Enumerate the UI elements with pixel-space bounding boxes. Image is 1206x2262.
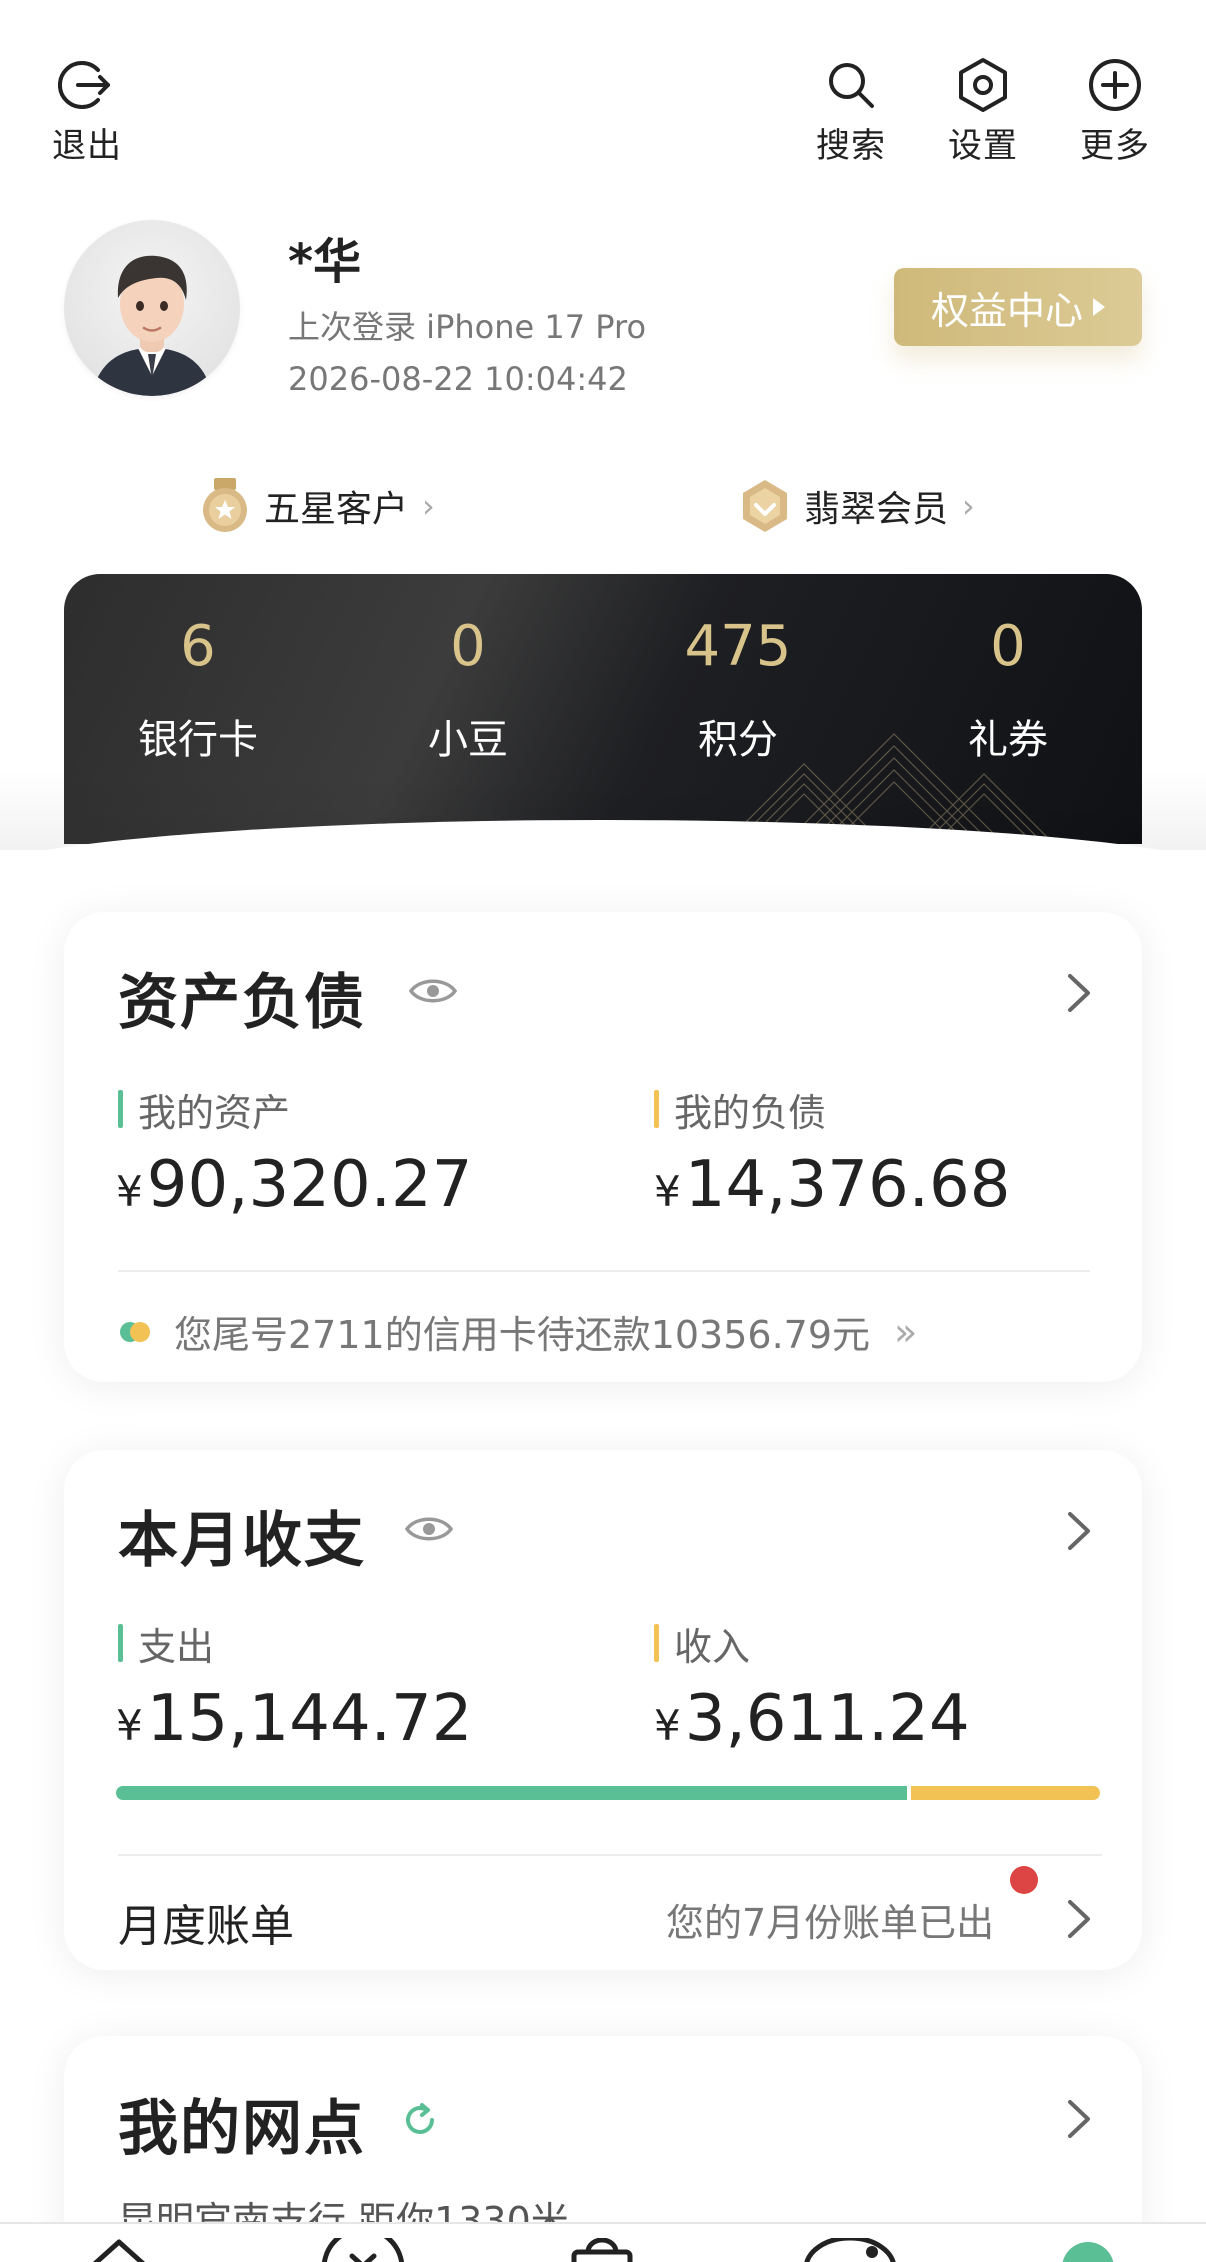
card-title: 我的网点 xyxy=(118,2094,366,2164)
income-value: 3,611.24 xyxy=(684,1682,970,1756)
monthly-bill-message[interactable]: 您的7月份账单已出 xyxy=(666,1892,994,1947)
expense-income-bar xyxy=(116,1786,1100,1800)
card-title: 资产负债 xyxy=(118,968,366,1038)
expense-amount: ¥15,144.72 xyxy=(116,1682,472,1756)
settings-label: 设置 xyxy=(948,126,1018,166)
customer-level-label: 五星客户 xyxy=(264,489,409,530)
stat-label: 小豆 xyxy=(428,717,508,763)
assets-label: 我的资产 xyxy=(118,1082,290,1137)
assets-amount: ¥90,320.27 xyxy=(116,1148,472,1222)
eye-icon[interactable] xyxy=(408,974,458,1008)
user-name: *华 xyxy=(288,234,362,290)
avatar[interactable] xyxy=(64,220,240,396)
bottom-nav xyxy=(0,2222,1206,2262)
chevron-right-icon[interactable] xyxy=(1064,1508,1094,1554)
notice-text: 您尾号2711的信用卡待还款10356.79元 xyxy=(174,1313,871,1357)
monthly-bill-label[interactable]: 月度账单 xyxy=(118,1890,294,1954)
chevron-right-icon[interactable] xyxy=(1064,1896,1094,1942)
stat-label: 积分 xyxy=(698,717,778,763)
emerald-badge-icon xyxy=(743,480,787,532)
stat-label: 银行卡 xyxy=(138,717,258,763)
liabilities-label: 我的负债 xyxy=(654,1082,826,1137)
home-page: 退出 搜索 设置 更多 *华 上次登录 iPhone 17 Pro 2026-0… xyxy=(0,0,1206,2262)
income-label: 收入 xyxy=(654,1616,750,1671)
avatar-portrait xyxy=(92,255,212,396)
home-icon[interactable] xyxy=(84,2238,154,2262)
credit-card-notice[interactable]: 您尾号2711的信用卡待还款10356.79元 » xyxy=(120,1304,917,1359)
gear-icon xyxy=(959,58,1007,112)
more-button[interactable]: 更多 xyxy=(1080,56,1150,167)
stat-coupons[interactable]: 0 礼券 xyxy=(888,614,1128,765)
refresh-icon[interactable] xyxy=(400,2100,440,2140)
last-login-time: 2026-08-22 10:04:42 xyxy=(288,360,628,398)
currency-symbol: ¥ xyxy=(654,1701,681,1750)
stat-beans[interactable]: 0 小豆 xyxy=(348,614,588,765)
monthly-summary-card[interactable]: 本月收支 支出 ¥15,144.72 收入 ¥3,611.24 月度账单 您的7… xyxy=(64,1450,1142,1970)
wealth-icon[interactable] xyxy=(318,2238,408,2262)
card-title: 本月收支 xyxy=(118,1506,366,1576)
chevron-right-icon: › xyxy=(962,487,975,525)
rights-center-label: 权益中心 xyxy=(930,288,1083,333)
plus-circle-icon xyxy=(1089,59,1141,111)
more-label: 更多 xyxy=(1080,126,1150,166)
income-amount: ¥3,611.24 xyxy=(654,1682,970,1756)
currency-symbol: ¥ xyxy=(116,1167,143,1216)
currency-symbol: ¥ xyxy=(116,1701,143,1750)
logout-label: 退出 xyxy=(52,126,122,166)
medal-icon xyxy=(203,478,247,532)
search-icon xyxy=(829,63,874,108)
logout-button[interactable]: 退出 xyxy=(52,56,122,167)
stat-points[interactable]: 475 积分 xyxy=(618,614,858,765)
stat-value: 0 xyxy=(450,614,486,679)
assets-value: 90,320.27 xyxy=(146,1148,473,1222)
life-icon[interactable] xyxy=(800,2238,900,2262)
double-chevron-icon: » xyxy=(894,1309,918,1354)
customer-level-link[interactable]: 五星客户 › xyxy=(200,478,435,534)
liabilities-amount: ¥14,376.68 xyxy=(654,1148,1010,1222)
liabilities-value: 14,376.68 xyxy=(684,1148,1011,1222)
last-login-device: 上次登录 iPhone 17 Pro xyxy=(288,308,647,346)
stat-bank-cards[interactable]: 6 银行卡 xyxy=(78,614,318,765)
caret-right-icon xyxy=(1093,298,1105,316)
expense-value: 15,144.72 xyxy=(146,1682,473,1756)
chevron-right-icon[interactable] xyxy=(1064,970,1094,1016)
search-label: 搜索 xyxy=(816,126,886,166)
profile-tab-icon[interactable] xyxy=(1058,2238,1118,2262)
assets-liabilities-card[interactable]: 资产负债 我的资产 ¥90,320.27 我的负债 ¥14,376.68 您尾号… xyxy=(64,912,1142,1382)
stat-label: 礼券 xyxy=(968,717,1048,763)
unread-badge xyxy=(1010,1866,1038,1894)
chevron-right-icon[interactable] xyxy=(1064,2096,1094,2142)
logout-icon xyxy=(58,61,110,109)
status-dots xyxy=(120,1321,150,1342)
shopping-bag-icon[interactable] xyxy=(562,2238,642,2262)
eye-icon[interactable] xyxy=(404,1512,454,1546)
chevron-right-icon: › xyxy=(422,487,435,525)
stat-value: 0 xyxy=(990,614,1026,679)
member-level-label: 翡翠会员 xyxy=(804,489,949,530)
currency-symbol: ¥ xyxy=(654,1167,681,1216)
member-level-link[interactable]: 翡翠会员 › xyxy=(740,478,975,534)
expense-label: 支出 xyxy=(118,1616,214,1671)
divider xyxy=(118,1270,1090,1272)
rights-center-button[interactable]: 权益中心 xyxy=(894,268,1142,346)
stat-value: 475 xyxy=(684,614,792,679)
expense-bar-segment xyxy=(116,1786,907,1800)
stat-value: 6 xyxy=(180,614,216,679)
search-button[interactable]: 搜索 xyxy=(816,56,886,167)
divider xyxy=(118,1854,1102,1856)
settings-button[interactable]: 设置 xyxy=(948,56,1018,167)
income-bar-segment xyxy=(911,1786,1100,1800)
